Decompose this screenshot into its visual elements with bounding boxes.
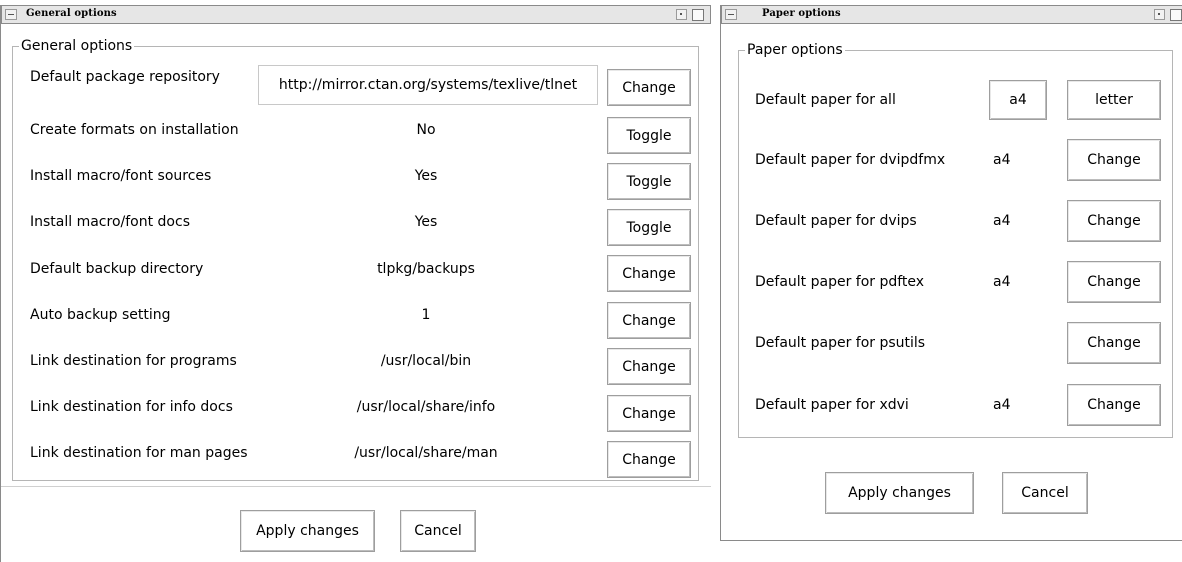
row-label: Default paper for xdvi: [755, 397, 909, 413]
letter-all-button[interactable]: letter: [1067, 80, 1161, 120]
row-value: a4: [993, 152, 1011, 168]
general-options-window: General options General options Default …: [0, 5, 711, 562]
change-dvips-button[interactable]: Change: [1067, 200, 1161, 242]
row-label: Default paper for psutils: [755, 335, 926, 351]
row-label: Default backup directory: [30, 261, 204, 277]
change-backup-directory-button[interactable]: Change: [607, 255, 691, 292]
toggle-install-docs-button[interactable]: Toggle: [607, 209, 691, 246]
general-options-titlebar[interactable]: General options: [1, 5, 711, 24]
row-label: Link destination for man pages: [30, 445, 248, 461]
row-value: /usr/local/share/info: [356, 399, 496, 415]
apply-changes-button[interactable]: Apply changes: [240, 510, 375, 552]
paper-options-window: Paper options Paper options Default pape…: [720, 5, 1182, 541]
change-programs-link-button[interactable]: Change: [607, 348, 691, 385]
row-value: tlpkg/backups: [377, 261, 475, 277]
change-repository-button[interactable]: Change: [607, 69, 691, 106]
separator: [1, 486, 711, 487]
change-xdvi-button[interactable]: Change: [1067, 384, 1161, 426]
maximize-icon[interactable]: [1170, 9, 1182, 21]
minimize-icon[interactable]: [1154, 9, 1165, 20]
row-value: a4: [993, 397, 1011, 413]
row-label: Default package repository: [30, 69, 220, 85]
window-title: General options: [26, 8, 117, 19]
change-auto-backup-button[interactable]: Change: [607, 302, 691, 339]
change-dvipdfmx-button[interactable]: Change: [1067, 139, 1161, 181]
maximize-icon[interactable]: [692, 9, 704, 21]
repository-url-value: http://mirror.ctan.org/systems/texlive/t…: [278, 77, 578, 93]
row-label: Link destination for programs: [30, 353, 237, 369]
row-value: /usr/local/share/man: [354, 445, 498, 461]
change-info-docs-link-button[interactable]: Change: [607, 395, 691, 432]
row-value: Yes: [414, 214, 438, 230]
cancel-button[interactable]: Cancel: [400, 510, 476, 552]
row-label: Install macro/font sources: [30, 168, 212, 184]
row-value: 1: [421, 307, 431, 323]
row-value: Yes: [414, 168, 438, 184]
row-label: Install macro/font docs: [30, 214, 190, 230]
row-value: /usr/local/bin: [380, 353, 472, 369]
a4-all-button[interactable]: a4: [989, 80, 1047, 120]
window-menu-icon[interactable]: [5, 9, 17, 20]
row-label: Default paper for dvips: [755, 213, 917, 229]
window-title: Paper options: [762, 8, 841, 19]
paper-options-titlebar[interactable]: Paper options: [721, 5, 1182, 24]
row-label: Create formats on installation: [30, 122, 239, 138]
row-label: Default paper for all: [755, 92, 896, 108]
toggle-install-sources-button[interactable]: Toggle: [607, 163, 691, 200]
row-label: Auto backup setting: [30, 307, 171, 323]
row-value: a4: [993, 213, 1011, 229]
group-legend: General options: [21, 38, 133, 54]
window-menu-icon[interactable]: [725, 9, 737, 20]
cancel-button[interactable]: Cancel: [1002, 472, 1088, 514]
repository-url-field[interactable]: http://mirror.ctan.org/systems/texlive/t…: [258, 65, 598, 105]
row-value: a4: [993, 274, 1011, 290]
change-psutils-button[interactable]: Change: [1067, 322, 1161, 364]
row-label: Default paper for pdftex: [755, 274, 925, 290]
row-label: Link destination for info docs: [30, 399, 233, 415]
apply-changes-button[interactable]: Apply changes: [825, 472, 974, 514]
row-value: No: [416, 122, 436, 138]
toggle-create-formats-button[interactable]: Toggle: [607, 117, 691, 154]
change-man-pages-link-button[interactable]: Change: [607, 441, 691, 478]
group-legend: Paper options: [747, 42, 843, 58]
change-pdftex-button[interactable]: Change: [1067, 261, 1161, 303]
minimize-icon[interactable]: [676, 9, 687, 20]
row-label: Default paper for dvipdfmx: [755, 152, 946, 168]
